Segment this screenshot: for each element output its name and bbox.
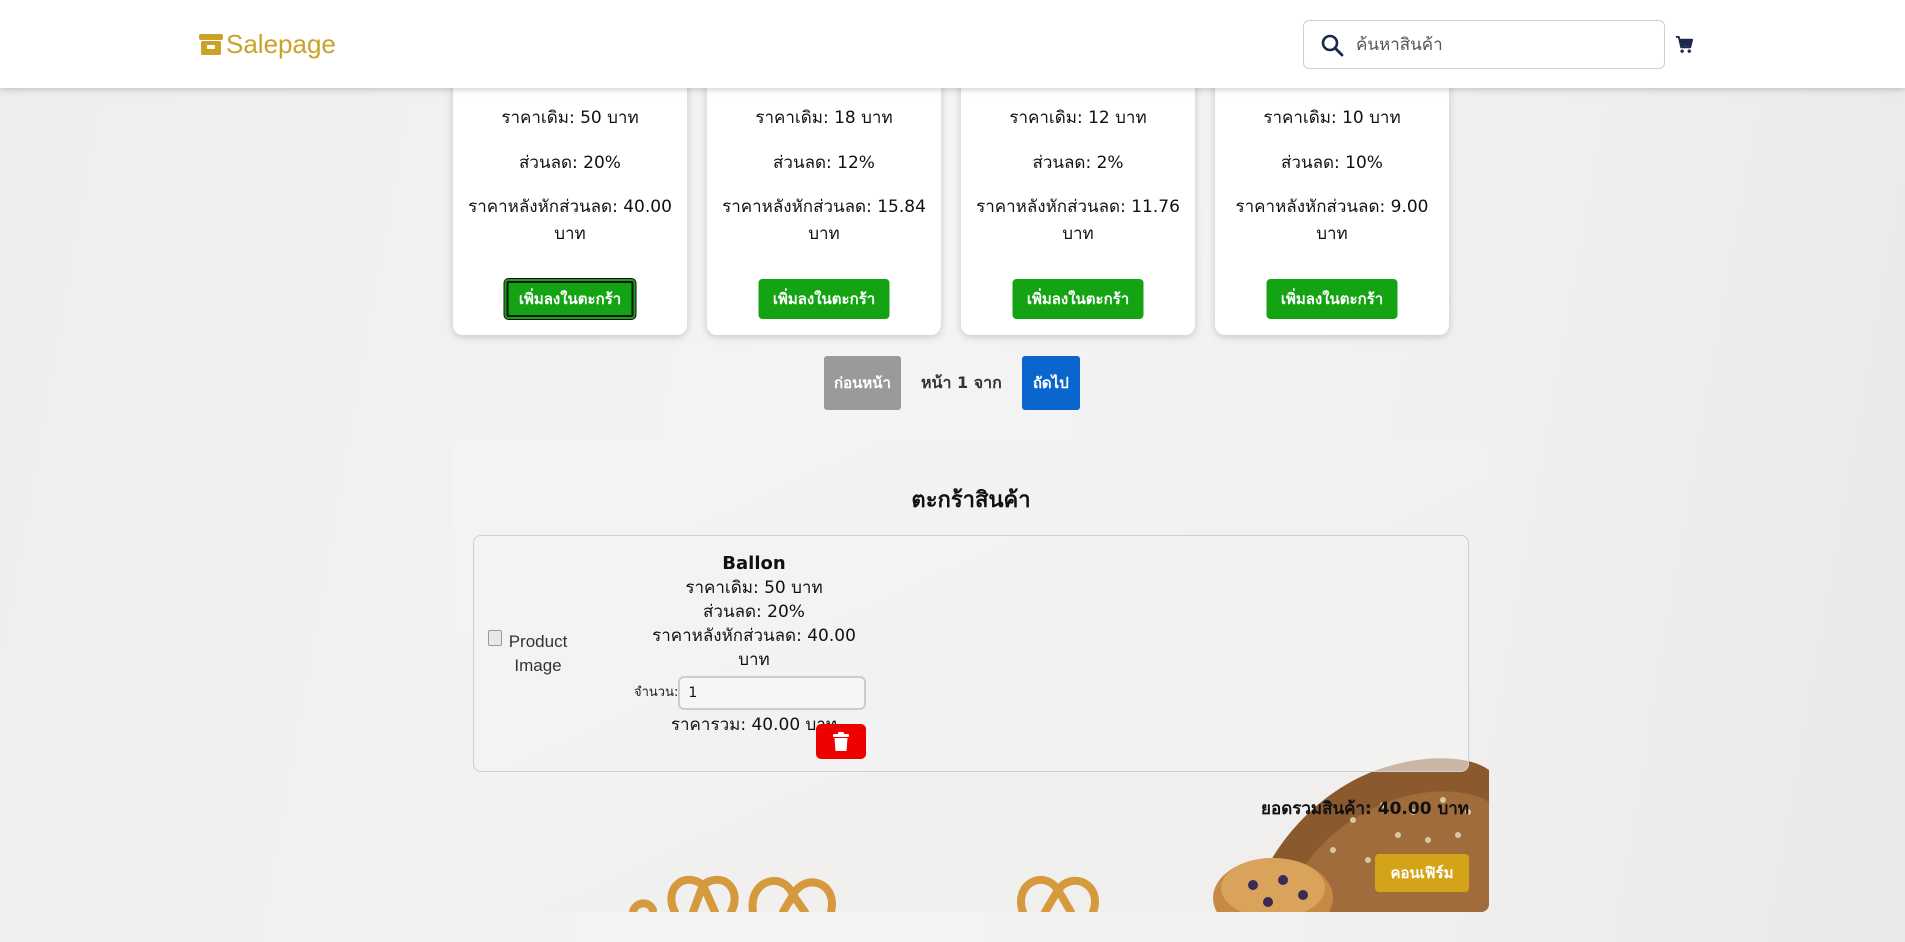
add-to-cart-button[interactable]: เพิ่มลงในตะกร้า [504, 279, 636, 319]
product-final-price: ราคาหลังหักส่วนลด: 11.76 บาท [976, 197, 1180, 244]
logo-text: Salepage [226, 28, 336, 59]
broken-image-icon [488, 630, 502, 646]
product-card: ราคาเดิม: 50 บาท ส่วนลด: 20% ราคาหลังหัก… [453, 60, 687, 335]
top-navbar: Salepage [0, 0, 1905, 88]
product-card: ราคาเดิม: 12 บาท ส่วนลด: 2% ราคาหลังหักส… [961, 60, 1195, 335]
product-card: ราคาเดิม: 18 บาท ส่วนลด: 12% ราคาหลังหัก… [707, 60, 941, 335]
add-to-cart-button[interactable]: เพิ่มลงในตะกร้า [1012, 279, 1144, 319]
cart-item-name: Ballon [722, 553, 786, 574]
product-image-alt: Product Image [508, 632, 568, 675]
product-original-price: ราคาเดิม: 50 บาท [501, 108, 639, 128]
product-original-price: ราคาเดิม: 12 บาท [1009, 108, 1147, 128]
cart-item-original-price: ราคาเดิม: 50 บาท [685, 578, 823, 598]
cart-item-discount: ส่วนลด: 20% [703, 602, 805, 622]
cart-title: ตะกร้าสินค้า [911, 488, 1031, 513]
product-grid: ราคาเดิม: 50 บาท ส่วนลด: 20% ราคาหลังหัก… [453, 60, 1450, 335]
trash-icon [833, 731, 849, 751]
cart-grand-total: ยอดรวมสินค้า: 40.00 บาท [1261, 799, 1469, 819]
product-card: ราคาเดิม: 10 บาท ส่วนลด: 10% ราคาหลังหัก… [1215, 60, 1449, 335]
product-final-price: ราคาหลังหักส่วนลด: 40.00 บาท [468, 197, 672, 244]
product-original-price: ราคาเดิม: 18 บาท [755, 108, 893, 128]
cart-item-final-price: ราคาหลังหักส่วนลด: 40.00 บาท [652, 626, 856, 670]
quantity-row: จำนวน: [634, 675, 874, 711]
product-image: Product Image [488, 630, 588, 680]
product-discount: ส่วนลด: 12% [773, 153, 875, 173]
search-icon[interactable] [1320, 33, 1344, 57]
next-page-button[interactable]: ถัดไป [1021, 356, 1080, 410]
product-original-price: ราคาเดิม: 10 บาท [1263, 108, 1401, 128]
add-to-cart-button[interactable]: เพิ่มลงในตะกร้า [1266, 279, 1398, 319]
delete-item-button[interactable] [816, 724, 866, 759]
store-icon [199, 34, 223, 55]
cart-icon[interactable] [1675, 35, 1694, 54]
confirm-button[interactable]: คอนเฟิร์ม [1375, 854, 1469, 892]
cart-item: Product Image Ballon ราคาเดิม: 50 บาท ส่… [473, 535, 1469, 772]
logo[interactable]: Salepage [198, 28, 336, 60]
search-box[interactable] [1303, 20, 1665, 69]
prev-page-button[interactable]: ก่อนหน้า [824, 356, 901, 410]
product-discount: ส่วนลด: 2% [1032, 153, 1124, 173]
quantity-input[interactable] [678, 676, 867, 710]
cart-item-info: Ballon ราคาเดิม: 50 บาท ส่วนลด: 20% ราคา… [634, 552, 874, 737]
product-discount: ส่วนลด: 20% [519, 153, 621, 173]
product-discount: ส่วนลด: 10% [1281, 153, 1383, 173]
cart-section: ตะกร้าสินค้า Product Image Ballon ราคาเด… [453, 440, 1489, 912]
add-to-cart-button[interactable]: เพิ่มลงในตะกร้า [758, 279, 890, 319]
pagination: ก่อนหน้า หน้า 1 จาก ถัดไป [824, 356, 1080, 410]
page-indicator: หน้า 1 จาก [921, 372, 1002, 392]
quantity-label: จำนวน: [634, 685, 679, 700]
search-input[interactable] [1356, 24, 1656, 65]
product-final-price: ราคาหลังหักส่วนลด: 9.00 บาท [1235, 197, 1429, 244]
product-final-price: ราคาหลังหักส่วนลด: 15.84 บาท [722, 197, 926, 244]
